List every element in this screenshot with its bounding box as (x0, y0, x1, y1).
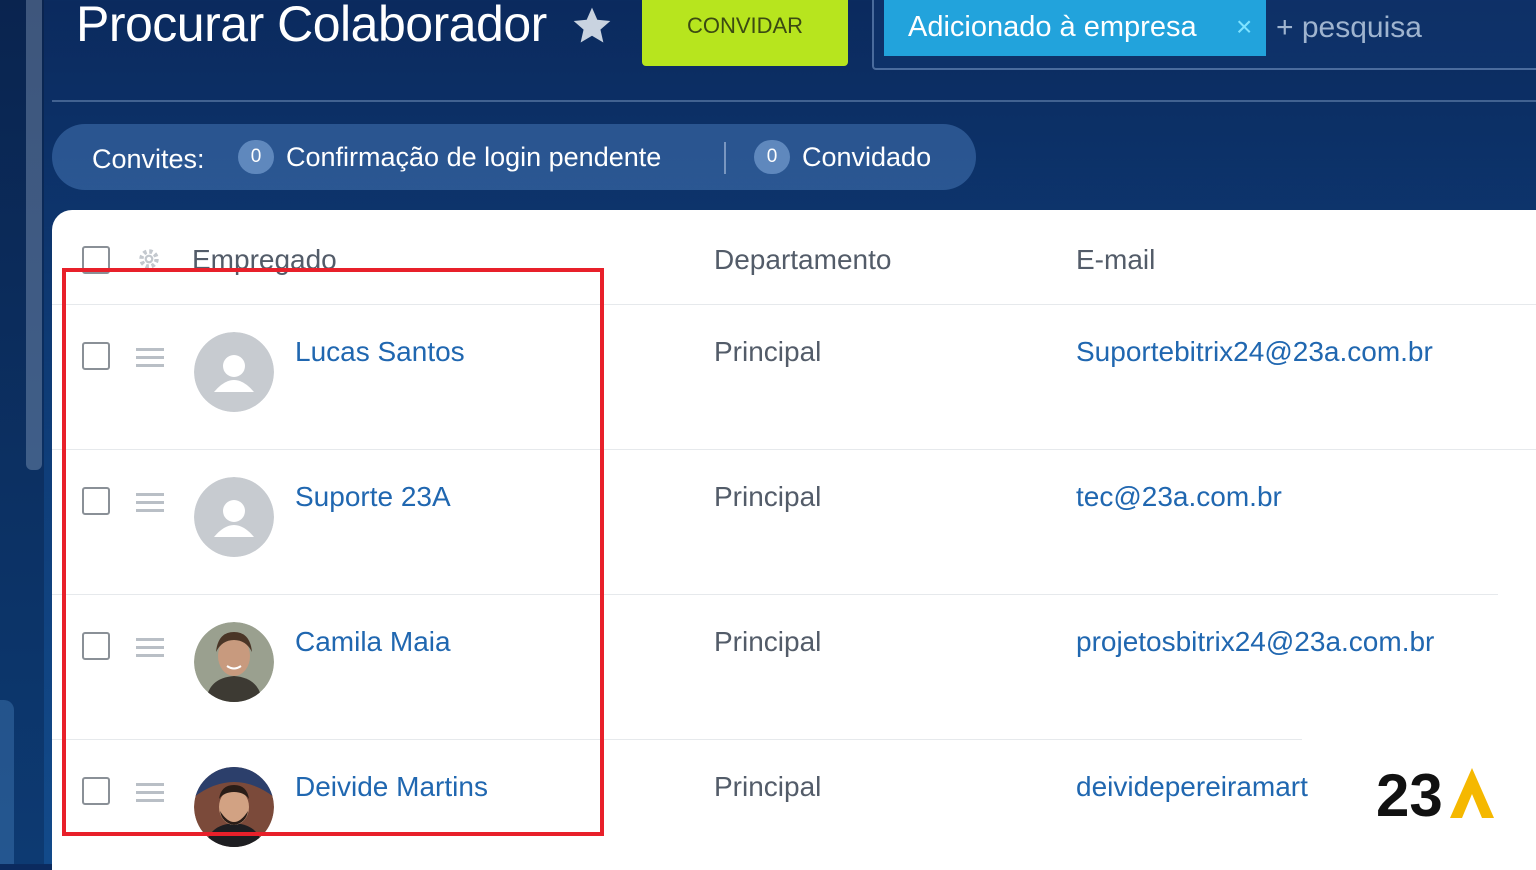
email-link[interactable]: projetosbitrix24@23a.com.br (1076, 626, 1496, 658)
svg-text:23: 23 (1376, 762, 1443, 824)
invites-bar: Convites: 0 Confirmação de login pendent… (52, 124, 976, 190)
filter-tag-label: Adicionado à empresa (908, 11, 1197, 43)
favorite-star-icon[interactable] (570, 4, 614, 48)
sidebar-lower-panel (0, 700, 14, 864)
page-title: Procurar Colaborador (76, 0, 547, 52)
header-divider (52, 100, 1536, 102)
department-cell: Principal (714, 481, 822, 512)
email-link[interactable]: Suportebitrix24@23a.com.br (1076, 336, 1496, 368)
email-link[interactable]: deividepereiramart (1076, 771, 1312, 803)
department-cell: Principal (714, 336, 822, 367)
highlight-annotation-box (62, 268, 604, 836)
invited-count-badge: 0 (754, 140, 790, 174)
column-header-department[interactable]: Departamento (714, 244, 891, 276)
sidebar-scrollbar[interactable] (26, 0, 42, 470)
column-header-email[interactable]: E-mail (1076, 244, 1155, 276)
pending-count-badge: 0 (238, 140, 274, 174)
pending-invites-link[interactable]: Confirmação de login pendente (286, 124, 661, 190)
invited-link[interactable]: Convidado (802, 124, 931, 190)
close-icon[interactable]: × (1236, 0, 1252, 54)
add-search-link[interactable]: + pesquisa (1276, 4, 1422, 52)
invites-separator (724, 142, 726, 174)
invite-button[interactable]: CONVIDAR (642, 0, 848, 66)
email-link[interactable]: tec@23a.com.br (1076, 481, 1496, 513)
filter-tag[interactable]: Adicionado à empresa × (884, 0, 1266, 56)
left-sidebar-rail (0, 0, 44, 864)
brand-logo: 23 (1376, 762, 1494, 824)
invites-label: Convites: (92, 144, 205, 174)
department-cell: Principal (714, 626, 822, 657)
department-cell: Principal (714, 771, 822, 802)
